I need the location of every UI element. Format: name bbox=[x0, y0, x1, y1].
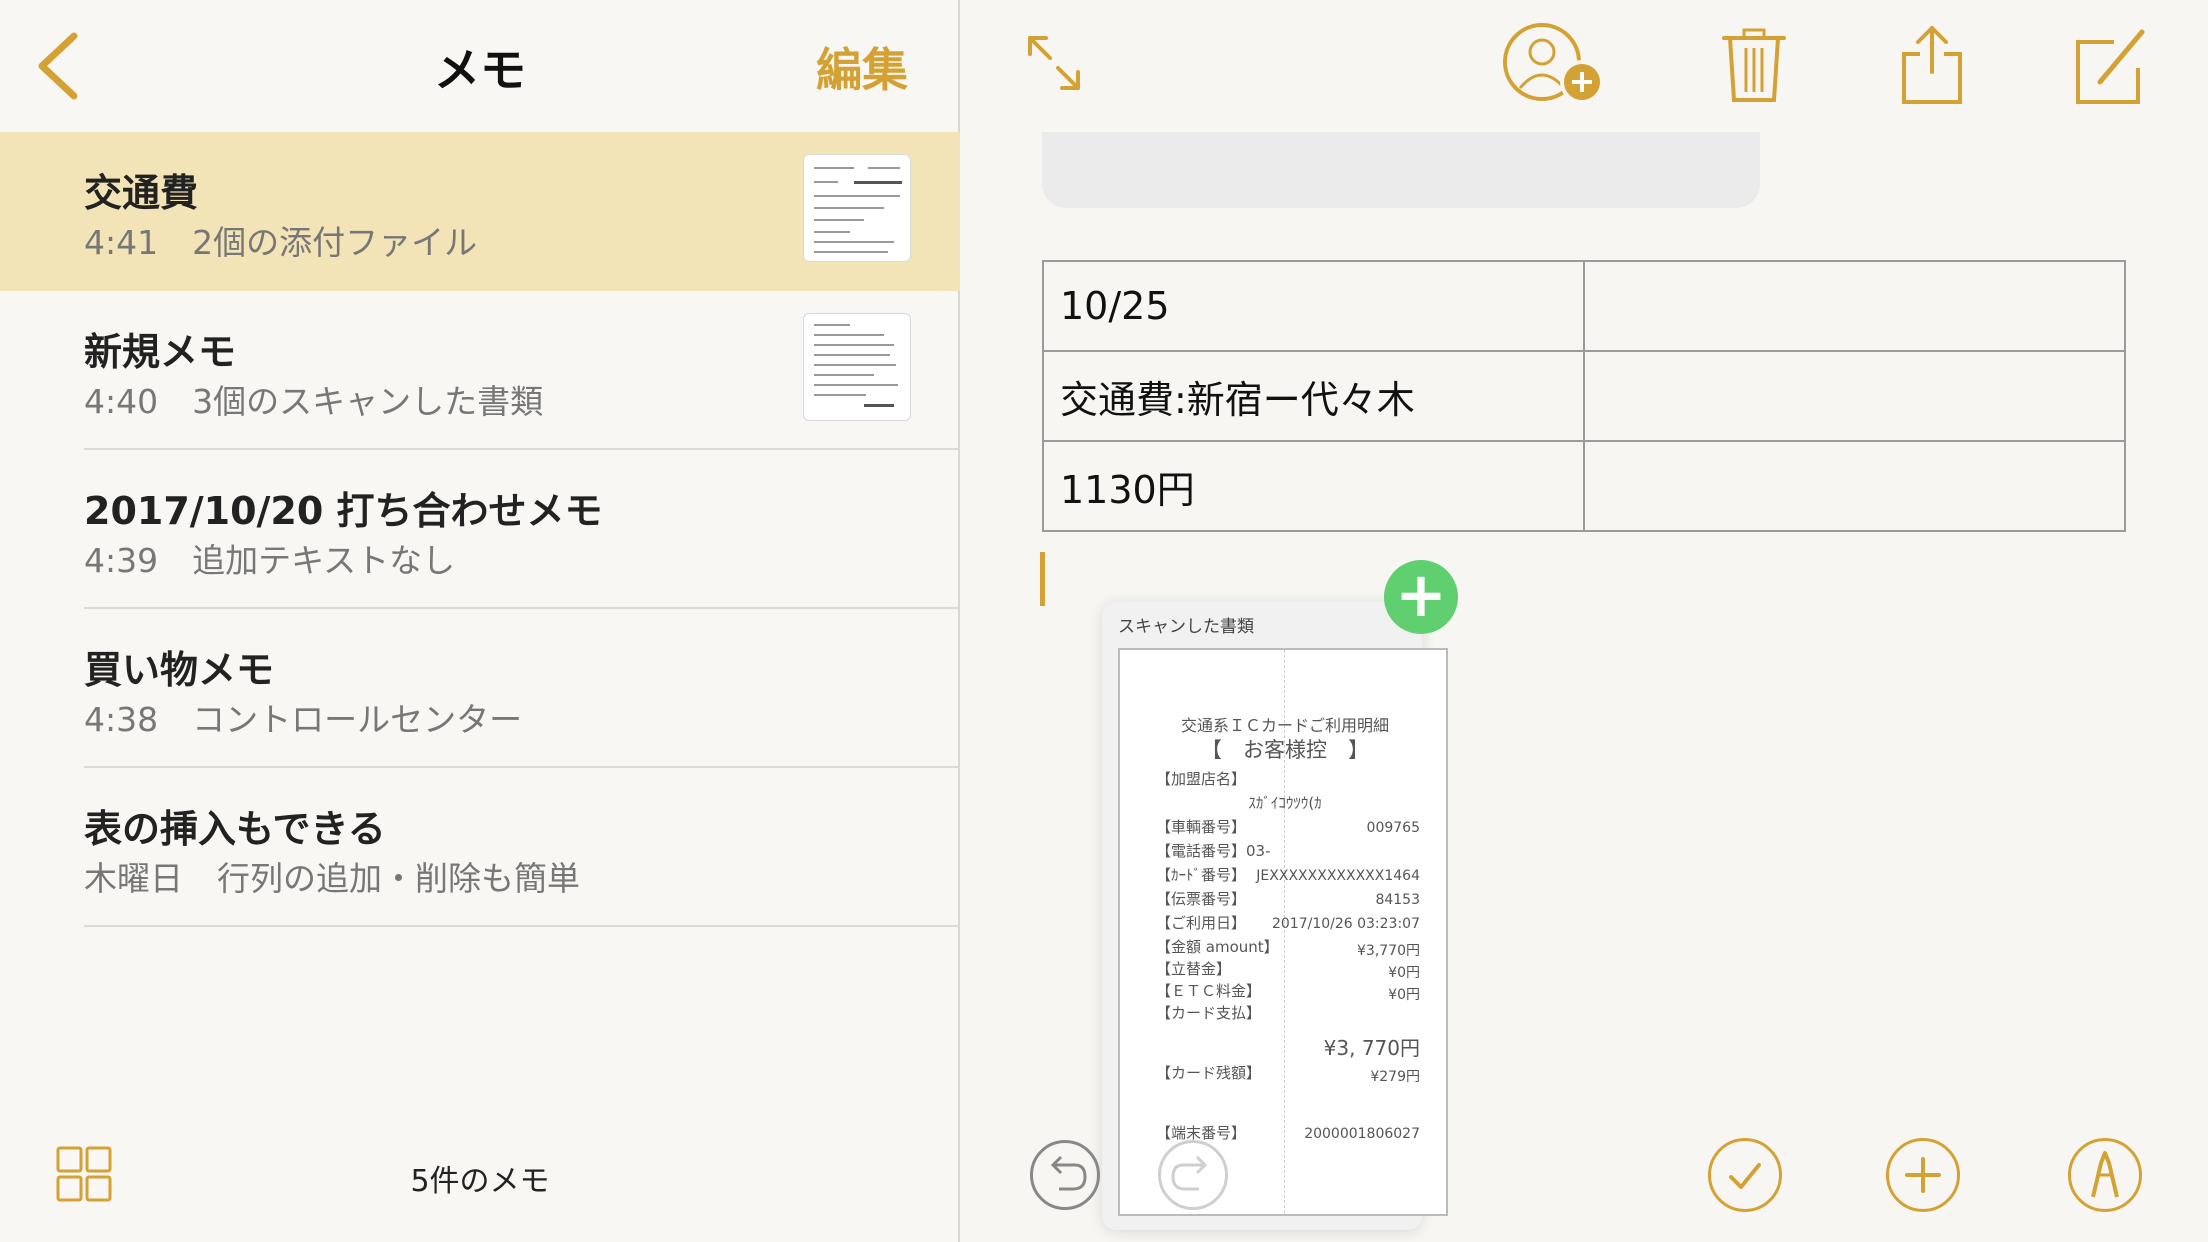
checkmark-icon bbox=[1729, 1163, 1761, 1189]
note-editor-pane: 10/25 交通費:新宿ー代々木 1130円 スキャンした書類 交通系ＩＣカード… bbox=[962, 0, 2208, 1242]
receipt-label: 【伝票番号】 bbox=[1156, 890, 1247, 908]
compose-button[interactable] bbox=[2070, 26, 2150, 106]
note-subtitle: 4:39 追加テキストなし bbox=[84, 534, 455, 582]
notes-list-pane: メモ 編集 交通費 4:41 2個の添付ファイル 新規メモ 4:40 3個のスキ… bbox=[0, 0, 960, 1242]
separator bbox=[84, 925, 960, 927]
receipt-image: 交通系ＩＣカードご利用明細 【 お客様控 】 【加盟店名】 ｽｶﾞｲｺｳﾂｳ(ｶ… bbox=[1118, 648, 1448, 1216]
note-time: 4:38 bbox=[84, 700, 159, 739]
note-time: 4:41 bbox=[84, 223, 159, 262]
note-time: 木曜日 bbox=[84, 859, 183, 898]
note-preview: 行列の追加・削除も簡単 bbox=[217, 859, 580, 898]
receipt-value: 009765 bbox=[1366, 820, 1420, 836]
note-subtitle: 4:40 3個のスキャンした書類 bbox=[84, 375, 543, 423]
note-list: 交通費 4:41 2個の添付ファイル 新規メモ 4:40 3個のスキャンした書類 bbox=[0, 132, 960, 927]
note-preview: コントロールセンター bbox=[192, 700, 523, 739]
table-row: 10/25 bbox=[1041, 260, 2126, 352]
note-title: 新規メモ bbox=[84, 330, 237, 374]
note-subtitle: 4:41 2個の添付ファイル bbox=[84, 216, 477, 264]
receipt-value: ¥279円 bbox=[1370, 1069, 1420, 1085]
share-button[interactable] bbox=[1892, 26, 1972, 106]
table-cell[interactable]: 1130円 bbox=[1041, 440, 1586, 532]
note-title: 表の挿入もできる bbox=[84, 807, 386, 851]
list-item[interactable]: 新規メモ 4:40 3個のスキャンした書類 bbox=[0, 291, 960, 450]
receipt-header: 交通系ＩＣカードご利用明細 bbox=[1180, 716, 1389, 735]
add-person-button[interactable] bbox=[1502, 22, 1608, 108]
redo-button[interactable] bbox=[1158, 1140, 1228, 1210]
note-subtitle: 4:38 コントロールセンター bbox=[84, 693, 522, 741]
note-time: 4:40 bbox=[84, 382, 159, 421]
table-row: 交通費:新宿ー代々木 bbox=[1041, 350, 2126, 442]
delete-button[interactable] bbox=[1714, 26, 1794, 106]
expand-button[interactable] bbox=[1024, 32, 1084, 94]
receipt-value: 84153 bbox=[1375, 892, 1420, 908]
receipt-label: 【車輌番号】 bbox=[1156, 818, 1247, 836]
scan-label: スキャンした書類 bbox=[1118, 617, 1254, 637]
note-thumbnail bbox=[803, 313, 911, 421]
receipt-label: 【カード支払】 bbox=[1156, 1004, 1262, 1022]
table-row: 1130円 bbox=[1041, 440, 2126, 532]
receipt-value: 2017/10/26 03:23:07 bbox=[1271, 916, 1420, 932]
note-subtitle: 木曜日 行列の追加・削除も簡単 bbox=[84, 852, 580, 900]
compose-icon bbox=[2076, 29, 2145, 104]
table-cell[interactable] bbox=[1583, 260, 2126, 352]
receipt-value: ｽｶﾞｲｺｳﾂｳ(ｶ bbox=[1248, 794, 1322, 812]
text-cursor bbox=[1040, 552, 1045, 606]
table-cell[interactable]: 10/25 bbox=[1041, 260, 1586, 352]
add-person-icon bbox=[1503, 23, 1604, 104]
table-cell[interactable]: 交通費:新宿ー代々木 bbox=[1041, 350, 1586, 442]
receipt-total: ¥3, 770円 bbox=[1323, 1036, 1420, 1060]
receipt-label: 【ｶｰﾄﾞ番号】 bbox=[1156, 866, 1247, 884]
scan-preview-card[interactable] bbox=[1042, 132, 1760, 208]
share-icon bbox=[1902, 26, 1962, 104]
note-preview: 2個の添付ファイル bbox=[192, 223, 478, 262]
add-scan-button[interactable]: + bbox=[1384, 560, 1458, 634]
receipt-label: 【加盟店名】 bbox=[1156, 770, 1247, 788]
note-count: 5件のメモ bbox=[410, 1164, 550, 1199]
scanned-document-card[interactable]: スキャンした書類 交通系ＩＣカードご利用明細 【 お客様控 】 【加盟店名】 ｽ… bbox=[1102, 602, 1448, 1230]
note-title: 買い物メモ bbox=[84, 648, 275, 692]
undo-icon bbox=[1050, 1155, 1087, 1191]
edit-button[interactable]: 編集 bbox=[816, 34, 908, 100]
note-time: 4:39 bbox=[84, 541, 159, 580]
note-preview: 追加テキストなし bbox=[192, 541, 456, 580]
note-title: 2017/10/20 打ち合わせメモ bbox=[84, 489, 603, 533]
note-preview: 3個のスキャンした書類 bbox=[192, 382, 544, 421]
undo-button[interactable] bbox=[1030, 1140, 1100, 1210]
trash-icon bbox=[1722, 28, 1786, 102]
pen-tip-icon bbox=[2091, 1151, 2119, 1198]
receipt-value: 2000001806027 bbox=[1304, 1126, 1420, 1142]
markup-button[interactable] bbox=[2068, 1138, 2142, 1212]
table-cell[interactable] bbox=[1583, 350, 2126, 442]
receipt-label: 【カード残額】 bbox=[1156, 1064, 1262, 1082]
note-thumbnail bbox=[803, 154, 911, 262]
table-cell[interactable] bbox=[1583, 440, 2126, 532]
receipt-label: 【ご利用日】 bbox=[1156, 914, 1247, 932]
list-item[interactable]: 2017/10/20 打ち合わせメモ 4:39 追加テキストなし bbox=[0, 450, 960, 609]
receipt-value: ¥3,770円 bbox=[1357, 943, 1420, 959]
list-item[interactable]: 交通費 4:41 2個の添付ファイル bbox=[0, 132, 960, 291]
note-table[interactable]: 10/25 交通費:新宿ー代々木 1130円 bbox=[1041, 260, 2126, 532]
plus-icon bbox=[1905, 1157, 1941, 1193]
receipt-label: 【金額 amount】 bbox=[1156, 938, 1279, 956]
note-title: 交通費 bbox=[84, 171, 199, 215]
list-footer: 5件のメモ bbox=[0, 1130, 960, 1242]
receipt-value: ¥0円 bbox=[1388, 987, 1420, 1003]
list-item[interactable]: 表の挿入もできる 木曜日 行列の追加・削除も簡単 bbox=[0, 768, 960, 927]
add-attachment-button[interactable] bbox=[1886, 1138, 1960, 1212]
receipt-value: ¥0円 bbox=[1388, 965, 1420, 981]
list-header: メモ 編集 bbox=[0, 0, 960, 132]
redo-icon bbox=[1171, 1155, 1208, 1191]
receipt-label: 【立替金】 bbox=[1156, 960, 1232, 978]
checklist-button[interactable] bbox=[1708, 1138, 1782, 1212]
receipt-label: 【ＥＴＣ料金】 bbox=[1156, 982, 1262, 1000]
list-item[interactable]: 買い物メモ 4:38 コントロールセンター bbox=[0, 609, 960, 768]
receipt-label: 【端末番号】 bbox=[1156, 1124, 1247, 1142]
receipt-label: 【電話番号】03- bbox=[1156, 842, 1271, 860]
expand-arrows-icon bbox=[1028, 36, 1080, 90]
receipt-value: JEXXXXXXXXXXXX1464 bbox=[1256, 868, 1420, 884]
receipt-subheader: 【 お客様控 】 bbox=[1201, 738, 1369, 762]
